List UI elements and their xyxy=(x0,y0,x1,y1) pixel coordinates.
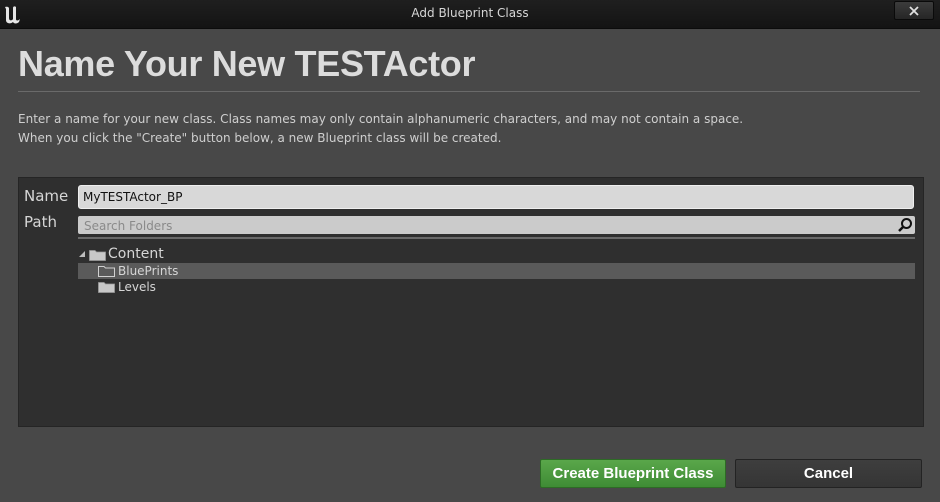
description-line-2: When you click the "Create" button below… xyxy=(18,131,502,145)
search-folders-box[interactable] xyxy=(78,216,915,236)
window-title: Add Blueprint Class xyxy=(411,6,529,20)
close-icon xyxy=(909,5,919,16)
folder-tree: Content BluePrints Levels xyxy=(78,237,915,417)
title-divider xyxy=(18,91,920,92)
tree-row-content[interactable]: Content xyxy=(78,245,915,262)
path-label: Path xyxy=(24,213,57,231)
search-icon[interactable] xyxy=(897,217,913,233)
name-label: Name xyxy=(24,187,69,205)
folder-icon xyxy=(98,266,115,277)
tree-label-blueprints: BluePrints xyxy=(118,264,179,278)
create-blueprint-class-button[interactable]: Create Blueprint Class xyxy=(540,459,726,488)
description-line-1: Enter a name for your new class. Class n… xyxy=(18,112,744,126)
folder-icon xyxy=(98,282,115,293)
tree-row-levels[interactable]: Levels xyxy=(78,279,915,295)
tree-label-content: Content xyxy=(108,246,164,262)
tree-divider xyxy=(78,237,915,239)
expand-arrow-icon[interactable] xyxy=(79,251,85,257)
description: Enter a name for your new class. Class n… xyxy=(18,110,743,148)
title-bar: Add Blueprint Class xyxy=(0,0,940,29)
tree-label-levels: Levels xyxy=(118,280,156,294)
search-folders-input[interactable] xyxy=(82,216,886,236)
close-button[interactable] xyxy=(894,1,934,20)
folder-icon xyxy=(89,250,106,261)
tree-row-blueprints[interactable]: BluePrints xyxy=(78,263,915,279)
page-title: Name Your New TESTActor xyxy=(18,43,476,84)
name-input[interactable] xyxy=(78,185,914,209)
form-panel: Name Path Content BluePrints xyxy=(18,177,924,427)
cancel-button[interactable]: Cancel xyxy=(735,459,922,488)
